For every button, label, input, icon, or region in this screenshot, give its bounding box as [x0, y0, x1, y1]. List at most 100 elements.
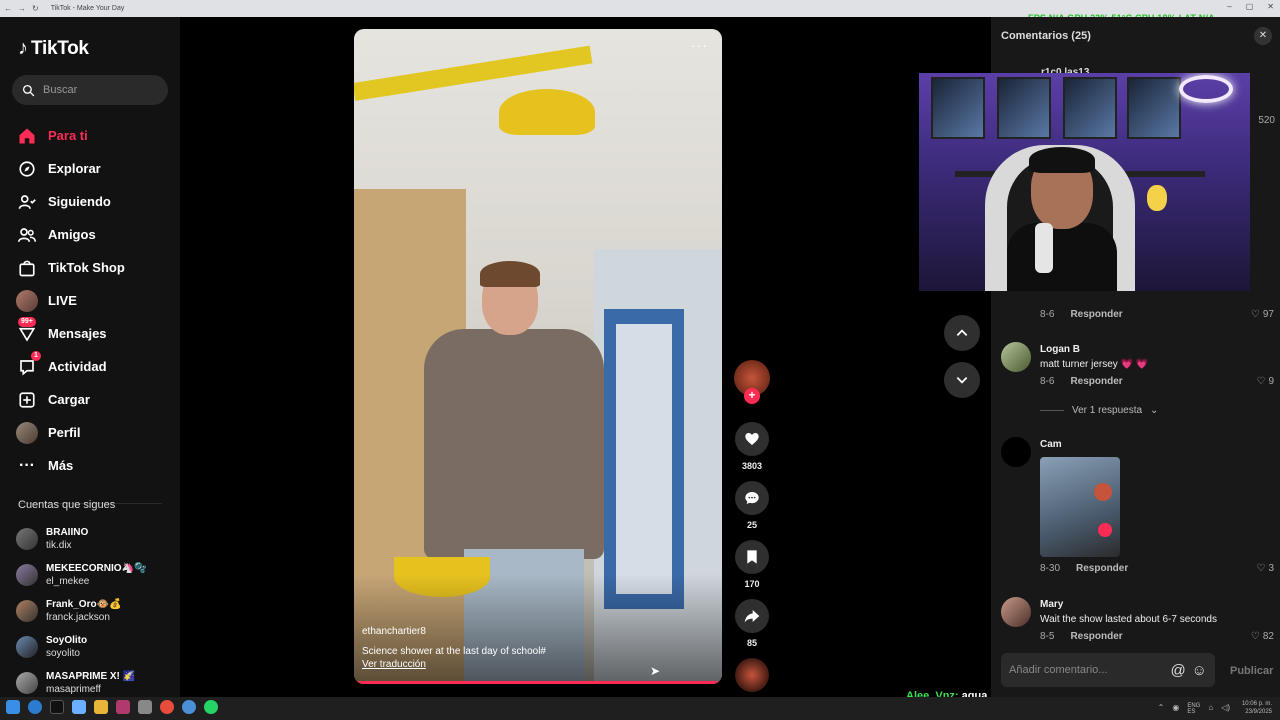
- nav-item-explorar[interactable]: Explorar: [16, 152, 176, 185]
- reply-button[interactable]: Responder: [1076, 563, 1128, 574]
- comment-input[interactable]: [1009, 664, 1165, 676]
- nav-item-amigos[interactable]: Amigos: [16, 218, 176, 251]
- comment-like-button[interactable]: ♡ 82: [1251, 631, 1274, 642]
- video-more-icon[interactable]: ···: [691, 37, 708, 53]
- nav-item-tiktok-shop[interactable]: TikTok Shop: [16, 251, 176, 284]
- bookmark-icon: [747, 550, 757, 564]
- comment-like-button[interactable]: ♡ 3: [1256, 563, 1274, 574]
- store-icon[interactable]: [138, 700, 152, 714]
- reply-button[interactable]: Responder: [1070, 631, 1122, 642]
- avatar[interactable]: [1001, 597, 1031, 627]
- music-disc-icon[interactable]: [735, 658, 769, 692]
- save-button[interactable]: [735, 540, 769, 574]
- comment-meta: 8-30 Responder: [1040, 563, 1128, 574]
- comment-username[interactable]: Mary: [1040, 599, 1063, 610]
- close-window-icon[interactable]: ✕: [1267, 2, 1274, 11]
- following-account[interactable]: BRAIINO tik.dix: [16, 521, 176, 557]
- like-button[interactable]: [735, 422, 769, 456]
- comment-like-button[interactable]: ♡ 97: [1251, 309, 1274, 320]
- share-button[interactable]: [735, 599, 769, 633]
- windows-start-icon[interactable]: [6, 700, 20, 714]
- network-icon[interactable]: ⌂: [1208, 703, 1213, 715]
- following-account[interactable]: MEKEECORNIO🦄🫧 el_mekee: [16, 557, 176, 593]
- emoji-icon[interactable]: ☺: [1192, 662, 1207, 679]
- minimize-icon[interactable]: –: [1227, 2, 1231, 11]
- nav-item-perfil[interactable]: Perfil: [16, 416, 176, 449]
- comment-button[interactable]: [735, 481, 769, 515]
- comment-text: Wait the show lasted about 6-7 seconds: [1040, 614, 1217, 625]
- comment-count: 25: [746, 520, 757, 530]
- video-progress-bar[interactable]: [354, 681, 722, 684]
- nav-item-actividad[interactable]: 1 Actividad: [16, 350, 176, 383]
- video-player[interactable]: ··· ethanchartier8 Science shower at the…: [354, 29, 722, 684]
- volume-icon[interactable]: ◁): [1221, 703, 1230, 715]
- nav-item-mas[interactable]: ··· Más: [16, 449, 176, 482]
- reply-button[interactable]: Responder: [1070, 376, 1122, 387]
- comment-image[interactable]: [1040, 457, 1120, 557]
- close-comments-button[interactable]: ✕: [1254, 27, 1272, 45]
- language-indicator[interactable]: ENG ES: [1187, 703, 1200, 715]
- tiktok-logo[interactable]: ♪ TikTok: [18, 37, 89, 60]
- nav-item-para-ti[interactable]: Para ti: [16, 119, 176, 152]
- translate-link[interactable]: Ver traducción: [362, 659, 426, 670]
- activity-badge: 1: [31, 351, 41, 361]
- comment-username[interactable]: Cam: [1040, 439, 1062, 450]
- left-sidebar: ♪ TikTok Para ti Explorar Siguiendo Amig…: [0, 17, 180, 697]
- following-account[interactable]: SoyOlito soyolito: [16, 629, 176, 665]
- share-icon: [744, 610, 760, 623]
- avatar[interactable]: [1001, 342, 1031, 372]
- comment-username[interactable]: Logan B: [1040, 344, 1080, 355]
- mouse-cursor-icon: ➤: [650, 664, 661, 678]
- following-icon: [16, 191, 38, 213]
- following-account[interactable]: Frank_Oro🐵💰 franck.jackson: [16, 593, 176, 629]
- avatar[interactable]: [1001, 437, 1031, 467]
- system-clock[interactable]: 10:06 p. m. 23/9/2025: [1242, 700, 1272, 716]
- reload-icon[interactable]: ↻: [32, 4, 39, 13]
- publish-button[interactable]: Publicar: [1230, 665, 1273, 677]
- profile-icon: [16, 421, 38, 444]
- upload-icon: [16, 389, 38, 411]
- chevron-up-icon: [956, 329, 968, 336]
- view-replies-button[interactable]: Ver 1 respuesta ⌄: [1040, 405, 1158, 416]
- messages-badge: 99+: [18, 317, 36, 327]
- comment-input-box[interactable]: @ ☺: [1001, 653, 1215, 687]
- nav-item-live[interactable]: LIVE: [16, 284, 176, 317]
- maximize-icon[interactable]: ▢: [1246, 2, 1254, 11]
- comments-title: Comentarios (25): [1001, 30, 1091, 42]
- nav-item-mensajes[interactable]: 99+ Mensajes: [16, 317, 176, 350]
- comment-like-button[interactable]: ♡ 9: [1256, 376, 1274, 387]
- folder-icon[interactable]: [94, 700, 108, 714]
- capcut-icon[interactable]: [72, 700, 86, 714]
- previous-video-button[interactable]: [944, 315, 980, 351]
- forward-icon[interactable]: →: [18, 4, 26, 13]
- comment-date: 8-30: [1040, 563, 1061, 574]
- replies-line: [1040, 410, 1064, 411]
- browser-icon[interactable]: [182, 700, 196, 714]
- video-author[interactable]: ethanchartier8: [362, 626, 426, 637]
- search-input[interactable]: [43, 84, 153, 96]
- webcam-poster: [1063, 77, 1117, 139]
- share-count: 85: [746, 638, 757, 648]
- tiktok-note-icon: ♪: [18, 37, 28, 59]
- edge-icon[interactable]: [28, 700, 42, 714]
- nav-item-cargar[interactable]: Cargar: [16, 383, 176, 416]
- video-caption: Science shower at the last day of school…: [362, 646, 546, 657]
- nav-item-siguiendo[interactable]: Siguiendo: [16, 185, 176, 218]
- following-account[interactable]: MASAPRIME X! 🌠 masaprimeff: [16, 665, 176, 701]
- tray-app-icon[interactable]: ◉: [1172, 703, 1179, 715]
- chrome-icon[interactable]: [160, 700, 174, 714]
- back-icon[interactable]: ←: [4, 4, 12, 13]
- creator-avatar[interactable]: +: [734, 360, 770, 404]
- whatsapp-icon[interactable]: [204, 700, 218, 714]
- next-video-button[interactable]: [944, 362, 980, 398]
- browser-tab-title[interactable]: TikTok - Make Your Day: [51, 5, 125, 12]
- mention-icon[interactable]: @: [1170, 662, 1185, 679]
- app-icon[interactable]: [116, 700, 130, 714]
- reply-button[interactable]: Responder: [1070, 309, 1122, 320]
- search-box[interactable]: [12, 75, 168, 105]
- tray-chevron-icon[interactable]: ⌃: [1158, 703, 1165, 715]
- tiktok-taskbar-icon[interactable]: [50, 700, 64, 714]
- following-list: BRAIINO tik.dix MEKEECORNIO🦄🫧 el_mekee Fra…: [16, 521, 176, 701]
- window-controls: – ▢ ✕: [1227, 2, 1274, 11]
- follow-plus-icon[interactable]: +: [744, 388, 760, 404]
